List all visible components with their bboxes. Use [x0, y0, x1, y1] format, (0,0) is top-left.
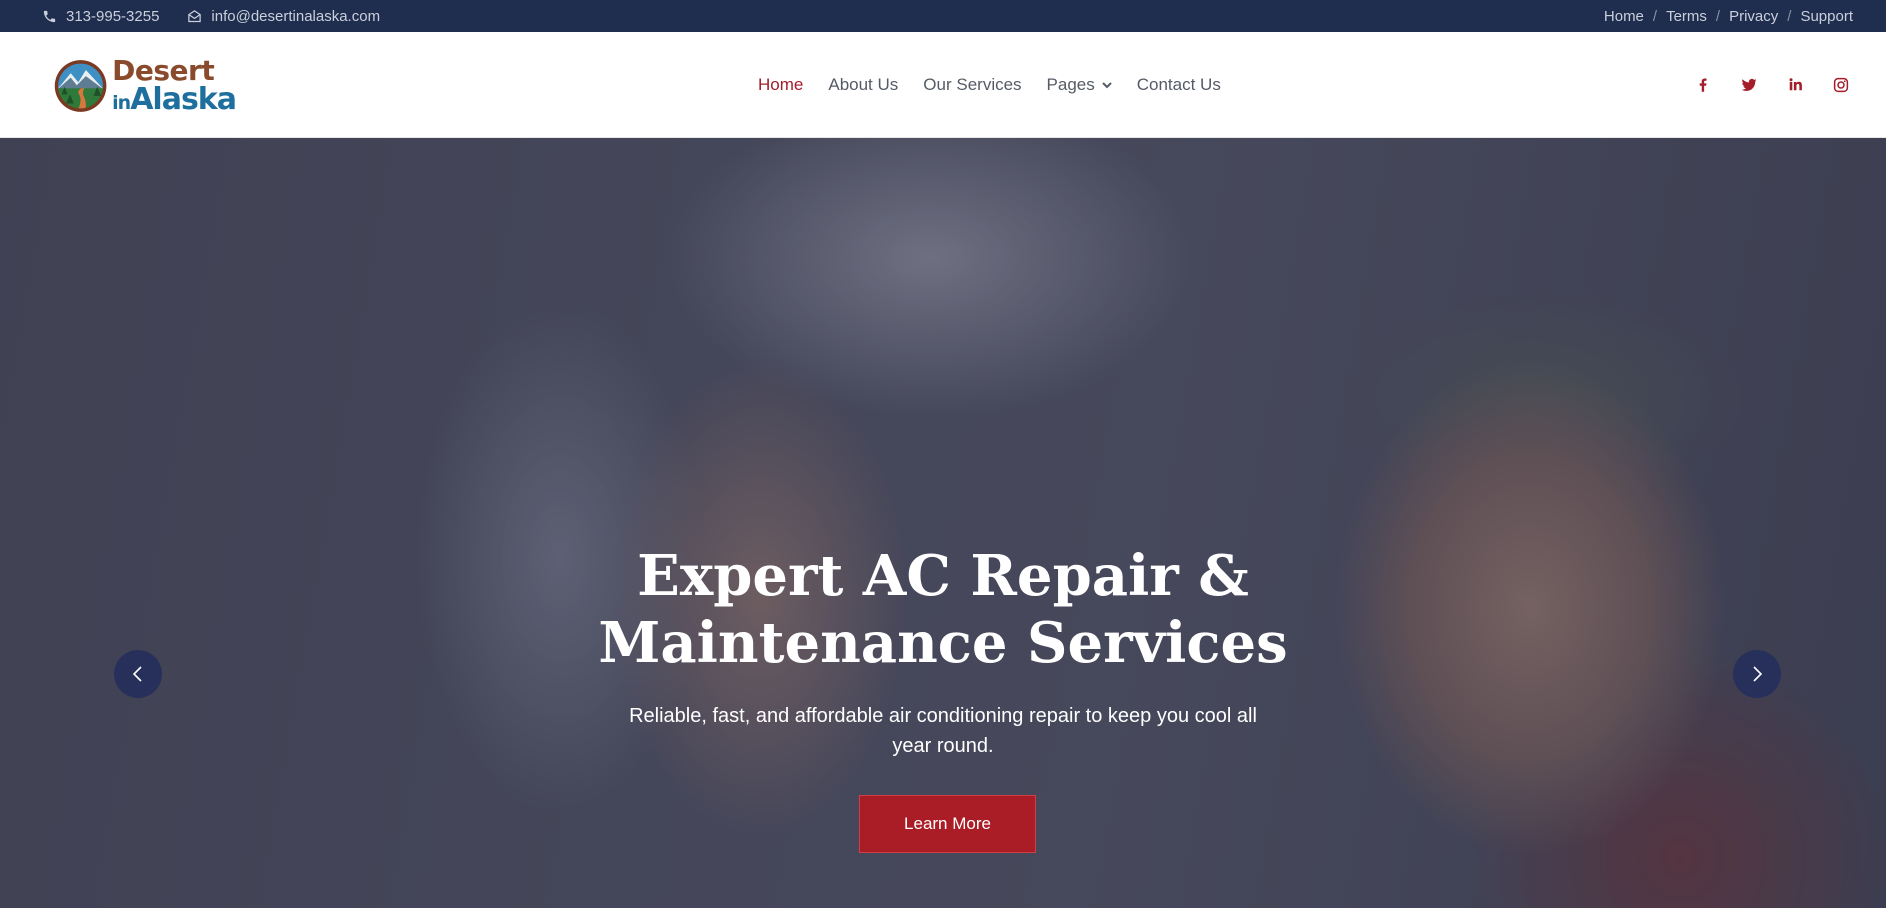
nav-item-pages-label: Pages [1046, 75, 1095, 94]
twitter-icon[interactable] [1740, 76, 1758, 94]
main-nav: Home About Us Our Services Pages Contact… [758, 32, 1221, 138]
email-address: info@desertinalaska.com [211, 7, 381, 25]
social-links [1694, 32, 1850, 138]
nav-item-contact-us[interactable]: Contact Us [1137, 75, 1221, 95]
link-separator: / [1715, 7, 1721, 25]
logo-line-2: inAlaska [112, 82, 237, 117]
nav-item-home[interactable]: Home [758, 75, 803, 95]
logo-text: Desert inAlaska [112, 54, 237, 117]
top-link-terms[interactable]: Terms [1666, 8, 1707, 25]
hero-title: Expert AC Repair & Maintenance Services [543, 543, 1343, 677]
top-link-support[interactable]: Support [1800, 8, 1853, 25]
hero-carousel: Expert AC Repair & Maintenance Services … [0, 138, 1886, 908]
learn-more-button[interactable]: Learn More [859, 795, 1036, 853]
link-separator: / [1652, 7, 1658, 25]
logo-line-2-small: in [112, 92, 131, 114]
phone-number: 313-995-3255 [66, 7, 160, 25]
hero-title-line-1: Expert AC Repair & [637, 543, 1249, 609]
link-separator: / [1787, 7, 1792, 25]
facebook-icon[interactable] [1694, 76, 1712, 94]
hero-subtitle-line-1: Reliable, fast, and affordable air condi… [629, 705, 1257, 727]
top-bar: 313-995-3255 info@desertinalaska.com Hom… [0, 0, 1886, 32]
hero-subtitle: Reliable, fast, and affordable air condi… [623, 701, 1263, 761]
hero-subtitle-line-2: year round. [892, 735, 994, 757]
logo-line-1: Desert [112, 54, 215, 87]
chevron-left-icon [132, 666, 142, 682]
hero-title-line-2: Maintenance Services [598, 610, 1288, 676]
phone-contact[interactable]: 313-995-3255 [42, 8, 159, 25]
email-contact[interactable]: info@desertinalaska.com [187, 8, 380, 25]
site-logo[interactable]: Desert inAlaska [54, 51, 237, 121]
phone-icon [43, 10, 56, 22]
logo-line-2-main: Alaska [130, 82, 237, 117]
instagram-icon[interactable] [1832, 76, 1850, 94]
carousel-next-button[interactable] [1733, 650, 1781, 698]
site-header: Desert inAlaska Home About Us Our Servic… [0, 32, 1886, 138]
contact-info: 313-995-3255 info@desertinalaska.com [42, 0, 380, 32]
top-link-privacy[interactable]: Privacy [1729, 8, 1778, 25]
logo-badge-icon [54, 60, 107, 112]
top-links: Home / Terms / Privacy / Support [1604, 0, 1853, 32]
chevron-down-icon [1102, 82, 1112, 89]
chevron-right-icon [1753, 666, 1763, 682]
nav-item-our-services[interactable]: Our Services [923, 75, 1021, 95]
nav-item-pages[interactable]: Pages [1047, 75, 1112, 95]
top-link-home[interactable]: Home [1604, 8, 1644, 25]
hero-background-image [0, 138, 1886, 908]
nav-item-about-us[interactable]: About Us [828, 75, 898, 95]
carousel-prev-button[interactable] [114, 650, 162, 698]
envelope-icon [188, 9, 202, 22]
linkedin-icon[interactable] [1786, 76, 1804, 94]
